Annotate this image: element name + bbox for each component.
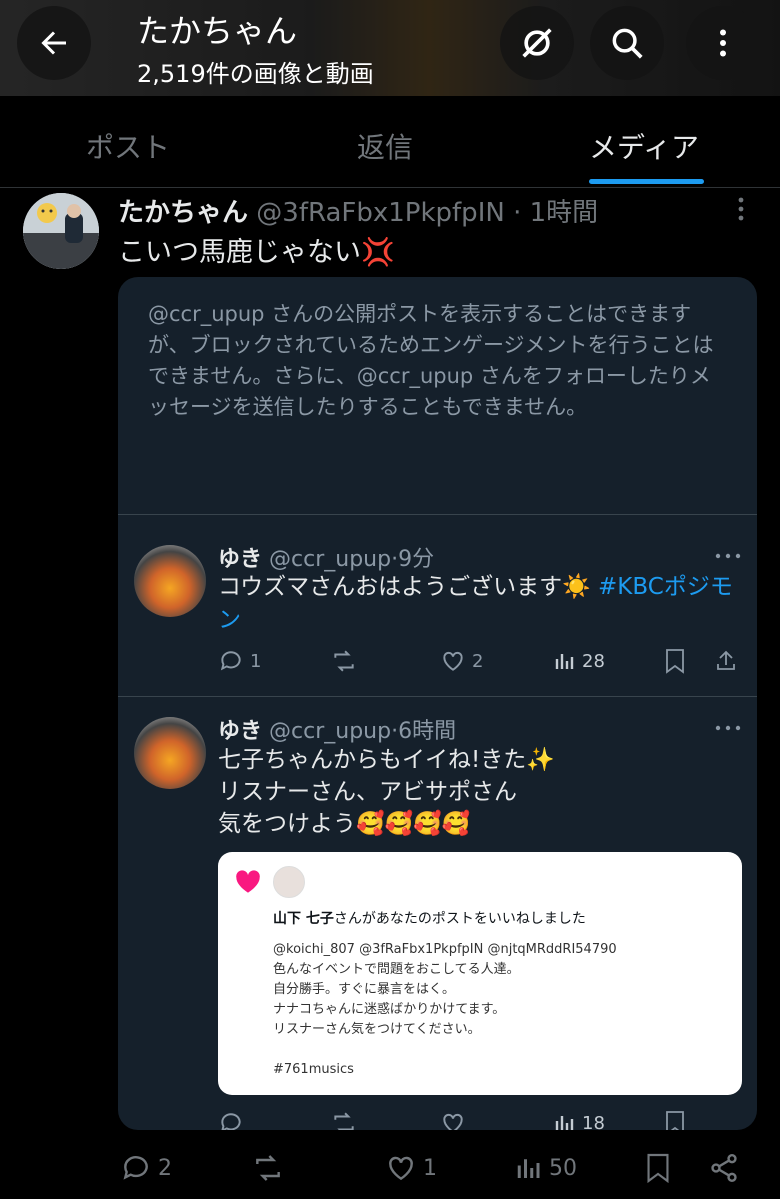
heart-icon bbox=[389, 1156, 413, 1181]
reply-button[interactable]: 2 bbox=[120, 1152, 172, 1184]
divider bbox=[118, 696, 757, 697]
tab-posts[interactable]: ポスト bbox=[86, 126, 170, 166]
repost-count bbox=[330, 648, 358, 674]
view-count-value: 50 bbox=[549, 1155, 577, 1181]
avatar bbox=[134, 545, 206, 617]
reply-time: 9分 bbox=[398, 547, 435, 572]
reply-author-handle: @ccr_upup bbox=[269, 719, 392, 744]
post-time[interactable]: 1時間 bbox=[530, 198, 599, 228]
unmute-button[interactable] bbox=[500, 6, 574, 80]
like-button[interactable]: 1 bbox=[385, 1152, 437, 1184]
share-icon bbox=[717, 650, 735, 670]
views-icon bbox=[517, 1159, 540, 1178]
arrow-left-icon bbox=[41, 31, 66, 55]
repost-icon bbox=[334, 650, 354, 672]
reply-time: 6時間 bbox=[398, 719, 457, 744]
like-count-value: 2 bbox=[472, 650, 484, 672]
avatar-image bbox=[23, 193, 99, 269]
avatar bbox=[273, 866, 305, 898]
post-text: こいつ馬鹿じゃない💢 bbox=[118, 230, 395, 269]
reply-line-2: リスナーさん、アビサポさん bbox=[218, 779, 517, 805]
divider bbox=[118, 514, 757, 515]
profile-header: たかちゃん 2,519件の画像と動画 bbox=[0, 0, 780, 96]
notification-title: 山下 七子さんがあなたのポストをいいねしました bbox=[273, 908, 586, 928]
reply-more-icon bbox=[715, 725, 741, 731]
reply-count-value: 2 bbox=[158, 1155, 172, 1181]
back-button[interactable] bbox=[17, 6, 91, 80]
notification-body: @koichi_807 @3fRaFbx1PkpfpIN @njtqMRddRI… bbox=[273, 940, 617, 1080]
reply-count bbox=[218, 1110, 244, 1130]
like-count bbox=[440, 1110, 466, 1130]
avatar[interactable] bbox=[23, 193, 99, 269]
quoted-line-4: リスナーさん気をつけてください。 bbox=[273, 1022, 481, 1037]
view-count-value: 18 bbox=[582, 1112, 605, 1131]
repost-icon bbox=[334, 1112, 354, 1130]
anger-emoji: 💢 bbox=[361, 237, 395, 268]
reply-text: コウズマさんおはようございます☀️ #KBCポジモン bbox=[218, 571, 738, 637]
meta-separator: · bbox=[513, 198, 522, 228]
like-count-value: 1 bbox=[423, 1155, 437, 1181]
heart-icon bbox=[443, 651, 463, 671]
reply-author-line: ゆき @ccr_upup·9分 bbox=[218, 541, 434, 573]
post-action-bar: 2 1 50 bbox=[0, 1140, 780, 1199]
reply-line-3: 気をつけよう🥰🥰🥰🥰 bbox=[218, 811, 471, 837]
search-button[interactable] bbox=[590, 6, 664, 80]
comment-icon bbox=[220, 651, 241, 671]
media-count: 2,519件の画像と動画 bbox=[137, 60, 374, 88]
post-author-line: たかちゃん @3fRaFbx1PkpfpIN · 1時間 bbox=[118, 192, 598, 229]
blocked-notice: @ccr_upup さんの公開ポストを表示することはできますが、ブロックされてい… bbox=[148, 302, 714, 419]
attached-image[interactable]: @ccr_upup さんの公開ポストを表示することはできますが、ブロックされてい… bbox=[118, 277, 757, 1130]
quoted-line-1: 色んなイベントで問題をおこしてる人達。 bbox=[273, 962, 520, 977]
repost-button[interactable] bbox=[250, 1152, 286, 1184]
author-handle[interactable]: @3fRaFbx1PkpfpIN bbox=[256, 198, 505, 228]
mentions: @koichi_807 @3fRaFbx1PkpfpIN @njtqMRddRI… bbox=[273, 942, 617, 957]
reply-author-name: ゆき bbox=[218, 719, 263, 744]
bookmark-icon bbox=[666, 649, 684, 674]
reply-author-handle: @ccr_upup bbox=[269, 547, 392, 572]
quoted-line-3: ナナコちゃんに迷惑ばかりかけてます。 bbox=[273, 1002, 506, 1017]
reply-author-name: ゆき bbox=[218, 547, 263, 572]
post-more-icon[interactable] bbox=[733, 196, 749, 222]
notification-screenshot: 山下 七子さんがあなたのポストをいいねしました @koichi_807 @3fR… bbox=[218, 852, 742, 1095]
tab-media[interactable]: メディア bbox=[589, 126, 699, 166]
views-icon bbox=[555, 1116, 574, 1130]
tab-replies[interactable]: 返信 bbox=[357, 126, 413, 166]
reply-text-body: コウズマさんおはようございます☀️ bbox=[218, 574, 599, 600]
view-count: 18 bbox=[552, 1110, 605, 1130]
avatar bbox=[134, 717, 206, 789]
profile-tabs: ポスト 返信 メディア bbox=[0, 96, 780, 188]
more-vertical-icon bbox=[720, 29, 726, 57]
reply-count: 1 bbox=[218, 648, 261, 674]
heart-icon bbox=[236, 870, 260, 893]
comment-icon bbox=[221, 1113, 241, 1130]
heart-icon bbox=[443, 1113, 463, 1130]
profile-name: たかちゃん bbox=[137, 12, 298, 50]
reply-line-1: 七子ちゃんからもイイね!きた✨ bbox=[218, 747, 555, 773]
comment-icon bbox=[123, 1156, 148, 1180]
post-text-body: こいつ馬鹿じゃない bbox=[118, 237, 361, 268]
bookmark-icon[interactable] bbox=[645, 1152, 671, 1184]
repost-count bbox=[330, 1110, 358, 1130]
repost-icon bbox=[256, 1155, 280, 1181]
notification-text: さんがあなたのポストをいいねしました bbox=[333, 911, 586, 927]
reply-count-value: 1 bbox=[250, 650, 262, 672]
share-icon[interactable] bbox=[708, 1152, 740, 1184]
quoted-line-2: 自分勝手。すぐに暴言をはく。 bbox=[273, 982, 456, 997]
like-count: 2 bbox=[440, 648, 483, 674]
liker-name: 山下 七子 bbox=[273, 911, 334, 927]
muted-icon bbox=[522, 28, 552, 58]
search-icon bbox=[612, 28, 643, 59]
views-icon bbox=[555, 654, 574, 669]
active-tab-indicator bbox=[589, 179, 704, 184]
more-options-button[interactable] bbox=[686, 6, 760, 80]
author-name[interactable]: たかちゃん bbox=[118, 198, 248, 228]
bookmark-icon bbox=[666, 1111, 684, 1130]
view-count: 28 bbox=[552, 648, 605, 674]
views-button[interactable]: 50 bbox=[513, 1152, 577, 1184]
quoted-hashtag: #761musics bbox=[273, 1062, 354, 1077]
view-count-value: 28 bbox=[582, 650, 605, 672]
reply-more-icon bbox=[715, 553, 741, 559]
reply-author-line: ゆき @ccr_upup·6時間 bbox=[218, 713, 456, 745]
